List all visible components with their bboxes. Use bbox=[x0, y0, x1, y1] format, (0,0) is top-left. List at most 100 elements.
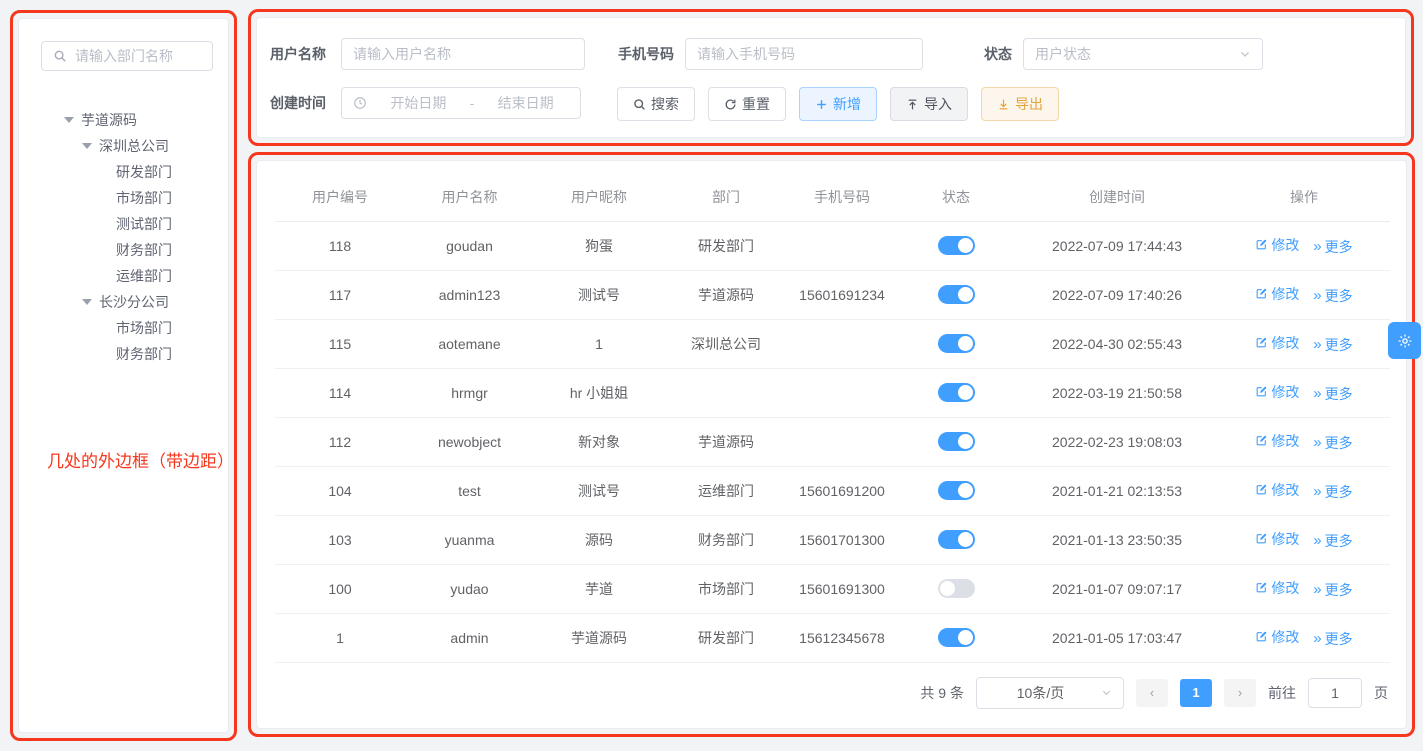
more-link[interactable]: » 更多 bbox=[1313, 531, 1352, 551]
settings-fab[interactable] bbox=[1388, 322, 1421, 359]
search-icon bbox=[53, 49, 67, 63]
tree-node-label: 财务部门 bbox=[116, 240, 172, 260]
status-toggle[interactable] bbox=[938, 285, 975, 304]
cell-nickname: 狗蛋 bbox=[534, 221, 664, 270]
cell-created: 2021-01-21 02:13:53 bbox=[1016, 466, 1218, 515]
status-toggle[interactable] bbox=[938, 628, 975, 647]
double-chevron-right-icon: » bbox=[1313, 288, 1319, 303]
status-select[interactable]: 用户状态 bbox=[1023, 38, 1263, 70]
more-link-label: 更多 bbox=[1325, 335, 1353, 355]
col-dept: 部门 bbox=[664, 173, 788, 221]
status-toggle[interactable] bbox=[938, 579, 975, 598]
edit-icon bbox=[1255, 287, 1268, 300]
page-1-button[interactable]: 1 bbox=[1180, 679, 1212, 707]
more-link-label: 更多 bbox=[1325, 482, 1353, 502]
tree-node-label: 芋道源码 bbox=[81, 110, 137, 130]
edit-link[interactable]: 修改 bbox=[1255, 627, 1299, 647]
cell-nickname: 测试号 bbox=[534, 270, 664, 319]
more-link[interactable]: » 更多 bbox=[1313, 286, 1352, 306]
tree-node[interactable]: 市场部门 bbox=[19, 185, 228, 211]
caret-down-icon bbox=[82, 299, 92, 305]
reset-button[interactable]: 重置 bbox=[708, 87, 786, 121]
goto-page-input[interactable] bbox=[1308, 678, 1362, 708]
cell-nickname: 源码 bbox=[534, 515, 664, 564]
cell-created: 2022-07-09 17:44:43 bbox=[1016, 221, 1218, 270]
cell-dept: 市场部门 bbox=[664, 564, 788, 613]
username-input[interactable] bbox=[341, 38, 585, 70]
more-link[interactable]: » 更多 bbox=[1313, 433, 1352, 453]
tree-node[interactable]: 研发部门 bbox=[19, 159, 228, 185]
search-button[interactable]: 搜索 bbox=[617, 87, 695, 121]
create-time-label: 创建时间 bbox=[270, 87, 326, 119]
edit-link[interactable]: 修改 bbox=[1255, 578, 1299, 598]
cell-user-id: 117 bbox=[275, 270, 405, 319]
edit-link[interactable]: 修改 bbox=[1255, 382, 1299, 402]
mobile-input[interactable] bbox=[685, 38, 923, 70]
cell-dept bbox=[664, 368, 788, 417]
next-page-button[interactable]: › bbox=[1224, 679, 1256, 707]
status-toggle[interactable] bbox=[938, 432, 975, 451]
double-chevron-right-icon: » bbox=[1313, 631, 1319, 646]
cell-user-id: 118 bbox=[275, 221, 405, 270]
double-chevron-right-icon: » bbox=[1313, 337, 1319, 352]
more-link[interactable]: » 更多 bbox=[1313, 384, 1352, 404]
tree-node[interactable]: 市场部门 bbox=[19, 315, 228, 341]
tree-node[interactable]: 芋道源码 bbox=[19, 107, 228, 133]
add-button[interactable]: 新增 bbox=[799, 87, 877, 121]
edit-link[interactable]: 修改 bbox=[1255, 235, 1299, 255]
mobile-field[interactable] bbox=[697, 46, 911, 62]
caret-down-icon bbox=[64, 117, 74, 123]
edit-link-label: 修改 bbox=[1271, 627, 1299, 647]
dept-search-input[interactable] bbox=[41, 41, 213, 71]
cell-dept: 芋道源码 bbox=[664, 417, 788, 466]
edit-link[interactable]: 修改 bbox=[1255, 480, 1299, 500]
import-button[interactable]: 导入 bbox=[890, 87, 968, 121]
tree-node[interactable]: 长沙分公司 bbox=[19, 289, 228, 315]
page-size-value: 10条/页 bbox=[988, 683, 1093, 703]
more-link-label: 更多 bbox=[1325, 580, 1353, 600]
search-button-label: 搜索 bbox=[651, 94, 679, 114]
more-link-label: 更多 bbox=[1325, 629, 1353, 649]
tree-node[interactable]: 财务部门 bbox=[19, 341, 228, 367]
edit-icon bbox=[1255, 483, 1268, 496]
more-link[interactable]: » 更多 bbox=[1313, 580, 1352, 600]
cell-user-id: 114 bbox=[275, 368, 405, 417]
edit-link[interactable]: 修改 bbox=[1255, 333, 1299, 353]
more-link[interactable]: » 更多 bbox=[1313, 482, 1352, 502]
edit-link[interactable]: 修改 bbox=[1255, 431, 1299, 451]
download-icon bbox=[997, 98, 1010, 111]
double-chevron-right-icon: » bbox=[1313, 533, 1319, 548]
status-toggle[interactable] bbox=[938, 530, 975, 549]
caret-down-icon bbox=[82, 143, 92, 149]
status-toggle[interactable] bbox=[938, 334, 975, 353]
status-label: 状态 bbox=[984, 38, 1012, 70]
cell-nickname: 测试号 bbox=[534, 466, 664, 515]
col-mobile: 手机号码 bbox=[788, 173, 896, 221]
page-size-select[interactable]: 10条/页 bbox=[976, 677, 1124, 709]
cell-created: 2021-01-13 23:50:35 bbox=[1016, 515, 1218, 564]
cell-dept: 运维部门 bbox=[664, 466, 788, 515]
more-link[interactable]: » 更多 bbox=[1313, 335, 1352, 355]
status-toggle[interactable] bbox=[938, 481, 975, 500]
double-chevron-right-icon: » bbox=[1313, 239, 1319, 254]
more-link[interactable]: » 更多 bbox=[1313, 629, 1352, 649]
prev-page-button[interactable]: ‹ bbox=[1136, 679, 1168, 707]
edit-icon bbox=[1255, 532, 1268, 545]
tree-node[interactable]: 测试部门 bbox=[19, 211, 228, 237]
more-link[interactable]: » 更多 bbox=[1313, 237, 1352, 257]
export-button[interactable]: 导出 bbox=[981, 87, 1059, 121]
edit-link[interactable]: 修改 bbox=[1255, 529, 1299, 549]
status-toggle[interactable] bbox=[938, 236, 975, 255]
tree-node[interactable]: 财务部门 bbox=[19, 237, 228, 263]
tree-node[interactable]: 运维部门 bbox=[19, 263, 228, 289]
date-range-input[interactable]: 开始日期 - 结束日期 bbox=[341, 87, 581, 119]
edit-link[interactable]: 修改 bbox=[1255, 284, 1299, 304]
status-toggle[interactable] bbox=[938, 383, 975, 402]
table-row: 114 hrmgr hr 小姐姐 2022-03-19 21:50:58 修改 … bbox=[275, 368, 1390, 417]
refresh-icon bbox=[724, 98, 737, 111]
chevron-down-icon bbox=[1239, 48, 1251, 60]
edit-link-label: 修改 bbox=[1271, 382, 1299, 402]
dept-search-field[interactable] bbox=[75, 48, 201, 64]
tree-node[interactable]: 深圳总公司 bbox=[19, 133, 228, 159]
username-field[interactable] bbox=[353, 46, 573, 62]
